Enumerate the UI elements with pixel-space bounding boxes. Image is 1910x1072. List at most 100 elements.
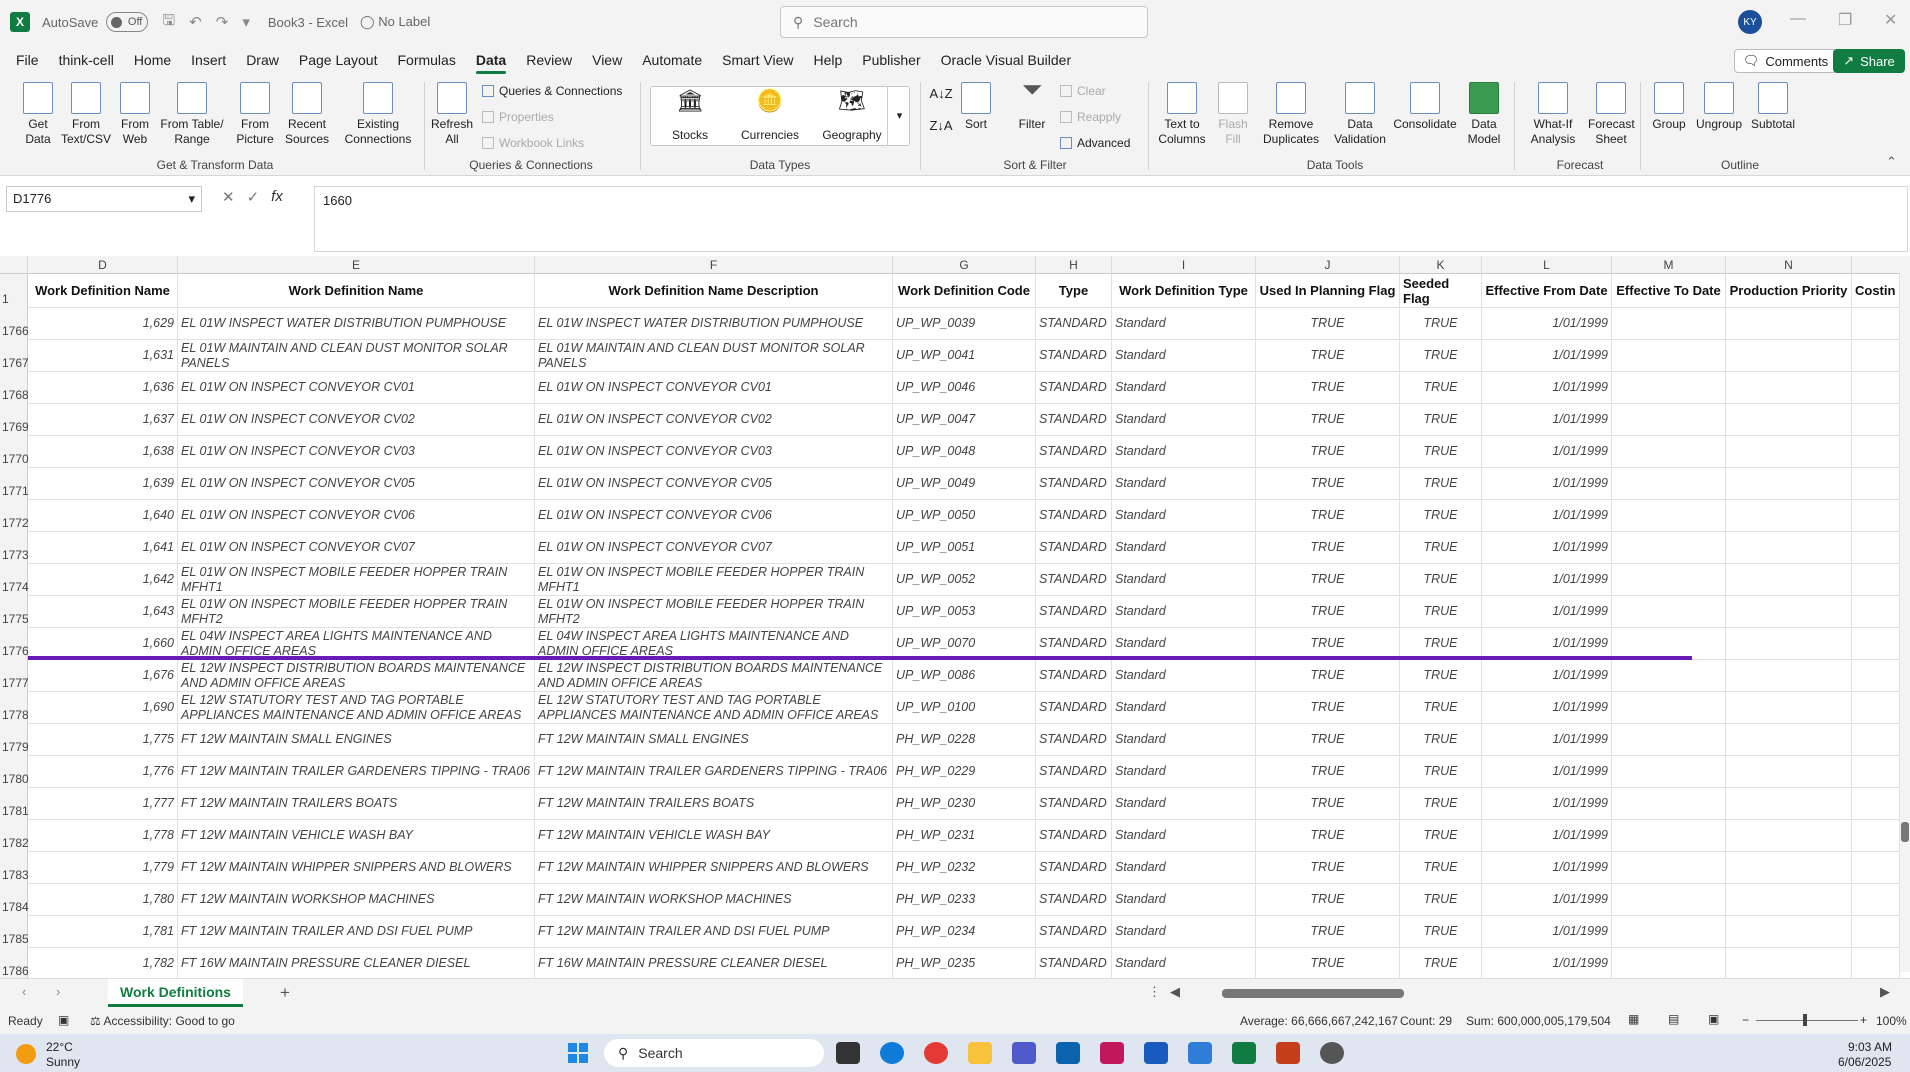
table-cell[interactable]: 1,637 xyxy=(28,404,178,436)
table-cell[interactable]: 1,629 xyxy=(28,308,178,340)
comments-button[interactable]: 🗨 Comments xyxy=(1734,49,1837,73)
table-cell[interactable] xyxy=(1852,820,1900,852)
minimize-icon[interactable]: — xyxy=(1790,10,1806,28)
avatar[interactable]: KY xyxy=(1738,10,1762,34)
gallery-expand-icon[interactable]: ▾ xyxy=(887,87,911,145)
table-cell[interactable]: FT 12W MAINTAIN TRAILER AND DSI FUEL PUM… xyxy=(535,916,893,948)
table-cell[interactable]: UP_WP_0051 xyxy=(893,532,1036,564)
table-cell[interactable] xyxy=(1612,948,1726,978)
table-cell[interactable] xyxy=(1852,372,1900,404)
table-cell[interactable] xyxy=(1852,788,1900,820)
header-cell[interactable]: Used In Planning Flag xyxy=(1256,274,1400,308)
table-cell[interactable] xyxy=(1726,404,1852,436)
table-cell[interactable]: FT 12W MAINTAIN TRAILER AND DSI FUEL PUM… xyxy=(178,916,535,948)
table-cell[interactable] xyxy=(1612,564,1726,596)
table-cell[interactable]: UP_WP_0086 xyxy=(893,660,1036,692)
table-cell[interactable]: PH_WP_0231 xyxy=(893,820,1036,852)
workbook-links-button[interactable]: Workbook Links xyxy=(482,136,584,150)
table-cell[interactable]: UP_WP_0052 xyxy=(893,564,1036,596)
table-cell[interactable]: 1/01/1999 xyxy=(1482,756,1612,788)
table-cell[interactable]: TRUE xyxy=(1400,596,1482,628)
table-cell[interactable] xyxy=(1852,884,1900,916)
tab-review[interactable]: Review xyxy=(516,44,582,76)
column-header-l[interactable]: L xyxy=(1482,256,1612,274)
table-cell[interactable]: TRUE xyxy=(1400,692,1482,724)
redo-icon[interactable]: ↷ xyxy=(216,13,229,31)
table-cell[interactable] xyxy=(1612,660,1726,692)
table-cell[interactable]: Standard xyxy=(1112,372,1256,404)
enter-icon[interactable]: ✓ xyxy=(247,188,260,206)
table-cell[interactable]: Standard xyxy=(1112,596,1256,628)
row-header[interactable]: 1766 xyxy=(0,308,29,340)
tab-publisher[interactable]: Publisher xyxy=(852,44,930,76)
table-cell[interactable]: EL 12W INSPECT DISTRIBUTION BOARDS MAINT… xyxy=(178,660,535,692)
table-cell[interactable]: PH_WP_0229 xyxy=(893,756,1036,788)
table-cell[interactable]: TRUE xyxy=(1400,852,1482,884)
table-cell[interactable]: 1,631 xyxy=(28,340,178,372)
row-header[interactable]: 1775 xyxy=(0,596,29,628)
table-cell[interactable]: FT 12W MAINTAIN WORKSHOP MACHINES xyxy=(178,884,535,916)
table-cell[interactable] xyxy=(1726,660,1852,692)
table-cell[interactable] xyxy=(1852,660,1900,692)
task-view-icon[interactable] xyxy=(836,1042,860,1064)
table-cell[interactable]: UP_WP_0048 xyxy=(893,436,1036,468)
scroll-left-icon[interactable]: ◀ xyxy=(1170,984,1180,1000)
table-cell[interactable]: 1,781 xyxy=(28,916,178,948)
table-cell[interactable]: Standard xyxy=(1112,564,1256,596)
table-cell[interactable] xyxy=(1726,532,1852,564)
sensitivity-label[interactable]: ◯ No Label xyxy=(360,14,430,30)
options-icon[interactable]: ⋮ xyxy=(1148,984,1161,1000)
table-cell[interactable]: 1/01/1999 xyxy=(1482,852,1612,884)
sheet-tab-work-definitions[interactable]: Work Definitions xyxy=(108,979,243,1007)
row-header[interactable]: 1779 xyxy=(0,724,29,756)
table-cell[interactable]: EL 01W ON INSPECT CONVEYOR CV05 xyxy=(178,468,535,500)
scroll-right-icon[interactable]: ▶ xyxy=(1880,984,1890,1000)
table-cell[interactable]: 1/01/1999 xyxy=(1482,596,1612,628)
chrome-icon[interactable] xyxy=(924,1042,948,1064)
table-cell[interactable]: TRUE xyxy=(1256,948,1400,978)
table-cell[interactable]: EL 01W ON INSPECT MOBILE FEEDER HOPPER T… xyxy=(535,564,893,596)
table-cell[interactable] xyxy=(1852,596,1900,628)
row-header[interactable]: 1786 xyxy=(0,948,29,978)
table-cell[interactable]: Standard xyxy=(1112,756,1256,788)
table-cell[interactable]: UP_WP_0100 xyxy=(893,692,1036,724)
sort-za-icon[interactable]: Z↓A xyxy=(928,118,954,133)
subtotal-button[interactable]: Subtotal xyxy=(1748,82,1798,132)
page-layout-icon[interactable]: ▤ xyxy=(1668,1012,1679,1026)
table-cell[interactable] xyxy=(1726,884,1852,916)
table-cell[interactable] xyxy=(1852,628,1900,660)
tab-file[interactable]: File xyxy=(6,44,49,76)
table-cell[interactable]: 1,777 xyxy=(28,788,178,820)
table-cell[interactable] xyxy=(1726,692,1852,724)
table-cell[interactable]: EL 01W ON INSPECT CONVEYOR CV01 xyxy=(178,372,535,404)
table-cell[interactable]: 1,776 xyxy=(28,756,178,788)
table-cell[interactable]: STANDARD xyxy=(1036,724,1112,756)
table-cell[interactable] xyxy=(1852,532,1900,564)
table-cell[interactable] xyxy=(1726,340,1852,372)
table-cell[interactable]: UP_WP_0053 xyxy=(893,596,1036,628)
table-cell[interactable]: Standard xyxy=(1112,500,1256,532)
table-cell[interactable]: EL 01W ON INSPECT CONVEYOR CV07 xyxy=(535,532,893,564)
table-cell[interactable] xyxy=(1612,500,1726,532)
table-cell[interactable]: FT 12W MAINTAIN TRAILER GARDENERS TIPPIN… xyxy=(535,756,893,788)
table-cell[interactable] xyxy=(1612,308,1726,340)
table-cell[interactable]: TRUE xyxy=(1400,756,1482,788)
table-cell[interactable]: TRUE xyxy=(1400,916,1482,948)
header-cell[interactable]: Work Definition Name xyxy=(178,274,535,308)
table-cell[interactable]: UP_WP_0050 xyxy=(893,500,1036,532)
table-cell[interactable]: Standard xyxy=(1112,436,1256,468)
table-cell[interactable] xyxy=(1726,372,1852,404)
table-cell[interactable]: TRUE xyxy=(1256,788,1400,820)
table-cell[interactable] xyxy=(1612,756,1726,788)
table-cell[interactable] xyxy=(1612,596,1726,628)
table-cell[interactable]: Standard xyxy=(1112,308,1256,340)
table-cell[interactable]: Standard xyxy=(1112,724,1256,756)
column-header-f[interactable]: F xyxy=(535,256,893,274)
group-button[interactable]: Group xyxy=(1648,82,1690,132)
table-cell[interactable]: 1,778 xyxy=(28,820,178,852)
table-cell[interactable]: TRUE xyxy=(1400,820,1482,852)
horizontal-scroll-thumb[interactable] xyxy=(1222,989,1404,998)
notepad-icon[interactable] xyxy=(1188,1042,1212,1064)
sort-button[interactable]: Sort xyxy=(958,82,994,132)
taskbar-search[interactable]: ⚲ Search xyxy=(604,1039,824,1067)
